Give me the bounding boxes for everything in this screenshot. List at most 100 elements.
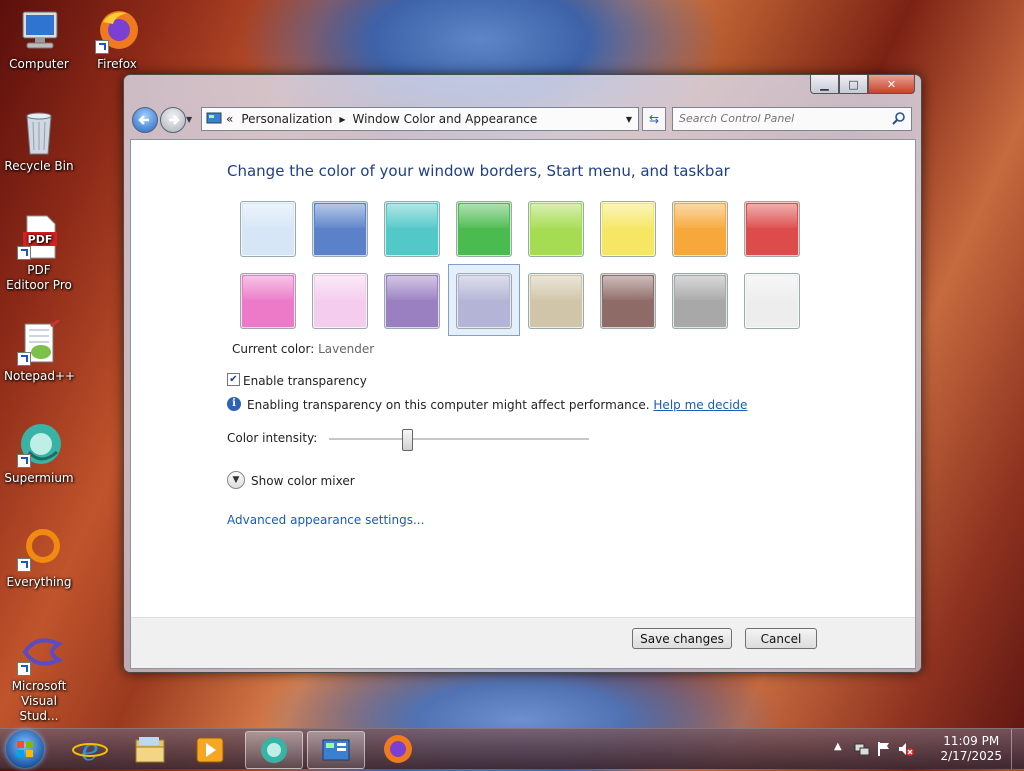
computer-icon: [15, 8, 63, 54]
maximize-button[interactable]: □: [839, 75, 868, 94]
desktop-icon-notepad-plus-plus[interactable]: Notepad++: [4, 318, 76, 384]
taskbar-media-player[interactable]: [182, 731, 238, 767]
clock-date: 2/17/2025: [940, 749, 1002, 763]
current-color: Current color: Lavender: [232, 342, 374, 356]
enable-transparency-checkbox[interactable]: ✔: [227, 373, 240, 386]
volume-muted-icon[interactable]: [898, 741, 914, 757]
desktop-icon-firefox[interactable]: Firefox: [82, 8, 152, 72]
forward-arrow-icon: [169, 115, 180, 125]
show-hidden-icons-icon[interactable]: ▲: [834, 741, 842, 752]
clock[interactable]: 11:09 PM 2/17/2025: [940, 734, 1002, 764]
color-swatch-lemon[interactable]: [600, 201, 656, 257]
supermium-icon: [261, 737, 287, 763]
address-dropdown-icon[interactable]: ▼: [626, 115, 632, 124]
taskbar-file-explorer[interactable]: [122, 731, 178, 767]
svg-text:PDF: PDF: [28, 233, 53, 246]
taskbar-control-panel[interactable]: [307, 731, 365, 769]
minimize-button[interactable]: ▁: [810, 75, 839, 94]
recent-pages-dropdown-icon[interactable]: ▼: [186, 115, 192, 124]
show-desktop-button[interactable]: [1011, 729, 1024, 769]
save-changes-button[interactable]: Save changes: [632, 628, 732, 649]
color-intensity-track[interactable]: [329, 438, 589, 441]
info-text-row: Enabling transparency on this computer m…: [247, 398, 747, 412]
file-explorer-icon: [135, 737, 165, 763]
color-swatch-ruby[interactable]: [744, 201, 800, 257]
refresh-button[interactable]: ⇆: [642, 107, 666, 131]
caption-buttons: ▁ □ ✕: [810, 75, 915, 94]
supermium-icon: [15, 422, 63, 468]
start-button[interactable]: [6, 730, 44, 768]
current-color-value: Lavender: [318, 342, 375, 356]
color-swatch-leaf[interactable]: [456, 201, 512, 257]
pdf-icon: PDF: [15, 214, 63, 260]
desktop-icon-supermium[interactable]: Supermium: [4, 422, 74, 486]
color-intensity-slider-thumb[interactable]: [402, 429, 413, 451]
color-swatch-fuchsia[interactable]: [240, 273, 296, 329]
desktop-icon-label: Firefox: [97, 57, 137, 71]
color-swatch-lavender[interactable]: [456, 273, 512, 329]
close-icon: ✕: [886, 77, 897, 91]
help-me-decide-link[interactable]: Help me decide: [653, 398, 747, 412]
color-swatch-violet[interactable]: [384, 273, 440, 329]
address-bar[interactable]: « Personalization ▶ Window Color and App…: [201, 107, 639, 131]
show-color-mixer-label[interactable]: Show color mixer: [251, 474, 355, 488]
enable-transparency-label[interactable]: Enable transparency: [243, 374, 367, 388]
firefox-icon: [93, 8, 141, 54]
recycle-bin-icon: [15, 110, 63, 156]
desktop-icon-label: PDF Editoor Pro: [6, 263, 72, 292]
close-button[interactable]: ✕: [868, 75, 915, 94]
color-swatch-taupe[interactable]: [528, 273, 584, 329]
color-swatch-frost[interactable]: [744, 273, 800, 329]
network-icon[interactable]: [854, 741, 870, 757]
control-panel-icon: [322, 739, 350, 761]
info-icon: i: [227, 397, 241, 411]
breadcrumb-item-window-color[interactable]: Window Color and Appearance: [352, 112, 537, 126]
search-icon[interactable]: [892, 112, 906, 126]
desktop-icon-label: Notepad++: [4, 369, 76, 383]
search-input[interactable]: [673, 108, 879, 128]
breadcrumb-overflow[interactable]: «: [226, 112, 233, 126]
breadcrumb-item-personalization[interactable]: Personalization: [241, 112, 332, 126]
taskbar-supermium[interactable]: [245, 731, 303, 769]
current-color-label: Current color:: [232, 342, 315, 356]
desktop-icon-recycle-bin[interactable]: Recycle Bin: [4, 110, 74, 174]
back-button[interactable]: [132, 107, 158, 133]
visual-studio-icon: [15, 630, 64, 676]
desktop-icon-computer[interactable]: Computer: [4, 8, 74, 72]
desktop-icon-label: Supermium: [4, 471, 74, 485]
action-center-flag-icon[interactable]: [876, 741, 892, 757]
taskbar: e ▲ 11:09 PM 2/17/2025: [0, 728, 1024, 769]
desktop-icon-label: Computer: [9, 57, 69, 71]
forward-button[interactable]: [160, 107, 186, 133]
content-pane: Change the color of your window borders,…: [130, 139, 916, 669]
breadcrumb-separator-icon[interactable]: ▶: [339, 115, 345, 124]
refresh-icon: ⇆: [648, 112, 660, 126]
transparency-info-text: Enabling transparency on this computer m…: [247, 398, 650, 412]
taskbar-firefox[interactable]: [370, 731, 426, 767]
minimize-icon: ▁: [820, 77, 829, 91]
windows-logo-icon: [17, 741, 33, 757]
media-player-icon: [196, 737, 224, 763]
color-swatch-lime[interactable]: [528, 201, 584, 257]
ie-icon: e: [72, 733, 108, 768]
show-color-mixer-expander[interactable]: ▼: [227, 471, 245, 489]
color-swatch-sea[interactable]: [384, 201, 440, 257]
color-swatch-twilight[interactable]: [312, 201, 368, 257]
color-swatch-blush[interactable]: [312, 273, 368, 329]
desktop-icon-everything[interactable]: Everything: [4, 526, 74, 590]
window-color-and-appearance-window: ▁ □ ✕ ▼ « Personalization ▶ Window Color…: [123, 74, 922, 673]
color-intensity-label: Color intensity:: [227, 431, 318, 445]
color-swatch-chocolate[interactable]: [600, 273, 656, 329]
desktop-icon-visual-studio[interactable]: Microsoft Visual Stud...: [4, 630, 74, 724]
cancel-button[interactable]: Cancel: [745, 628, 817, 649]
taskbar-ie[interactable]: e: [62, 731, 118, 768]
control-panel-icon: [206, 112, 222, 124]
color-swatch-pumpkin[interactable]: [672, 201, 728, 257]
color-swatch-slate[interactable]: [672, 273, 728, 329]
button-footer: Save changes Cancel: [131, 617, 915, 668]
page-title: Change the color of your window borders,…: [227, 162, 730, 180]
color-swatch-sky[interactable]: [240, 201, 296, 257]
desktop-icon-pdf-editoor[interactable]: PDF PDF Editoor Pro: [4, 214, 74, 293]
chevron-down-icon: ▼: [232, 475, 240, 485]
advanced-appearance-link[interactable]: Advanced appearance settings...: [227, 513, 424, 527]
